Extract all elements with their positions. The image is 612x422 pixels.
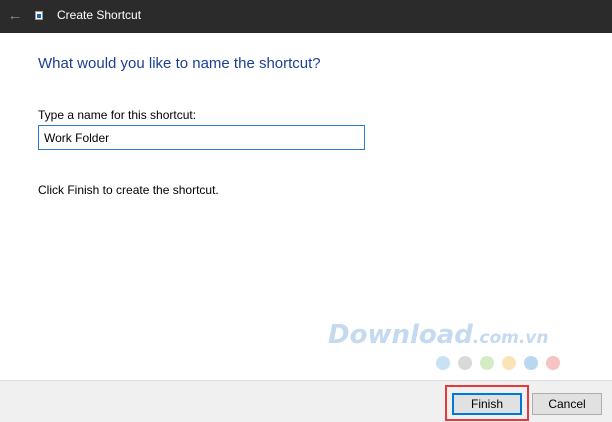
finish-button[interactable]: Finish: [452, 393, 522, 415]
cancel-button[interactable]: Cancel: [532, 393, 602, 415]
watermark-dot: [458, 356, 472, 370]
finish-hint: Click Finish to create the shortcut.: [38, 183, 219, 197]
watermark-dot: [436, 356, 450, 370]
watermark-dot: [502, 356, 516, 370]
watermark-dots: [436, 356, 560, 370]
arrow-left-icon: ←: [7, 6, 23, 24]
shortcut-icon: [35, 11, 43, 20]
shortcut-name-input[interactable]: [38, 125, 365, 150]
title-bar: ← Create Shortcut: [0, 0, 612, 33]
watermark-dot: [524, 356, 538, 370]
watermark-logo: Download.com.vn: [328, 320, 549, 350]
watermark-dot: [546, 356, 560, 370]
watermark: Download.com.vn: [328, 320, 568, 380]
wizard-heading: What would you like to name the shortcut…: [38, 55, 321, 72]
watermark-dot: [480, 356, 494, 370]
window-title: Create Shortcut: [57, 8, 142, 22]
button-bar: Finish Cancel: [0, 380, 612, 422]
shortcut-name-label: Type a name for this shortcut:: [38, 108, 197, 122]
back-button[interactable]: ←: [4, 4, 26, 26]
